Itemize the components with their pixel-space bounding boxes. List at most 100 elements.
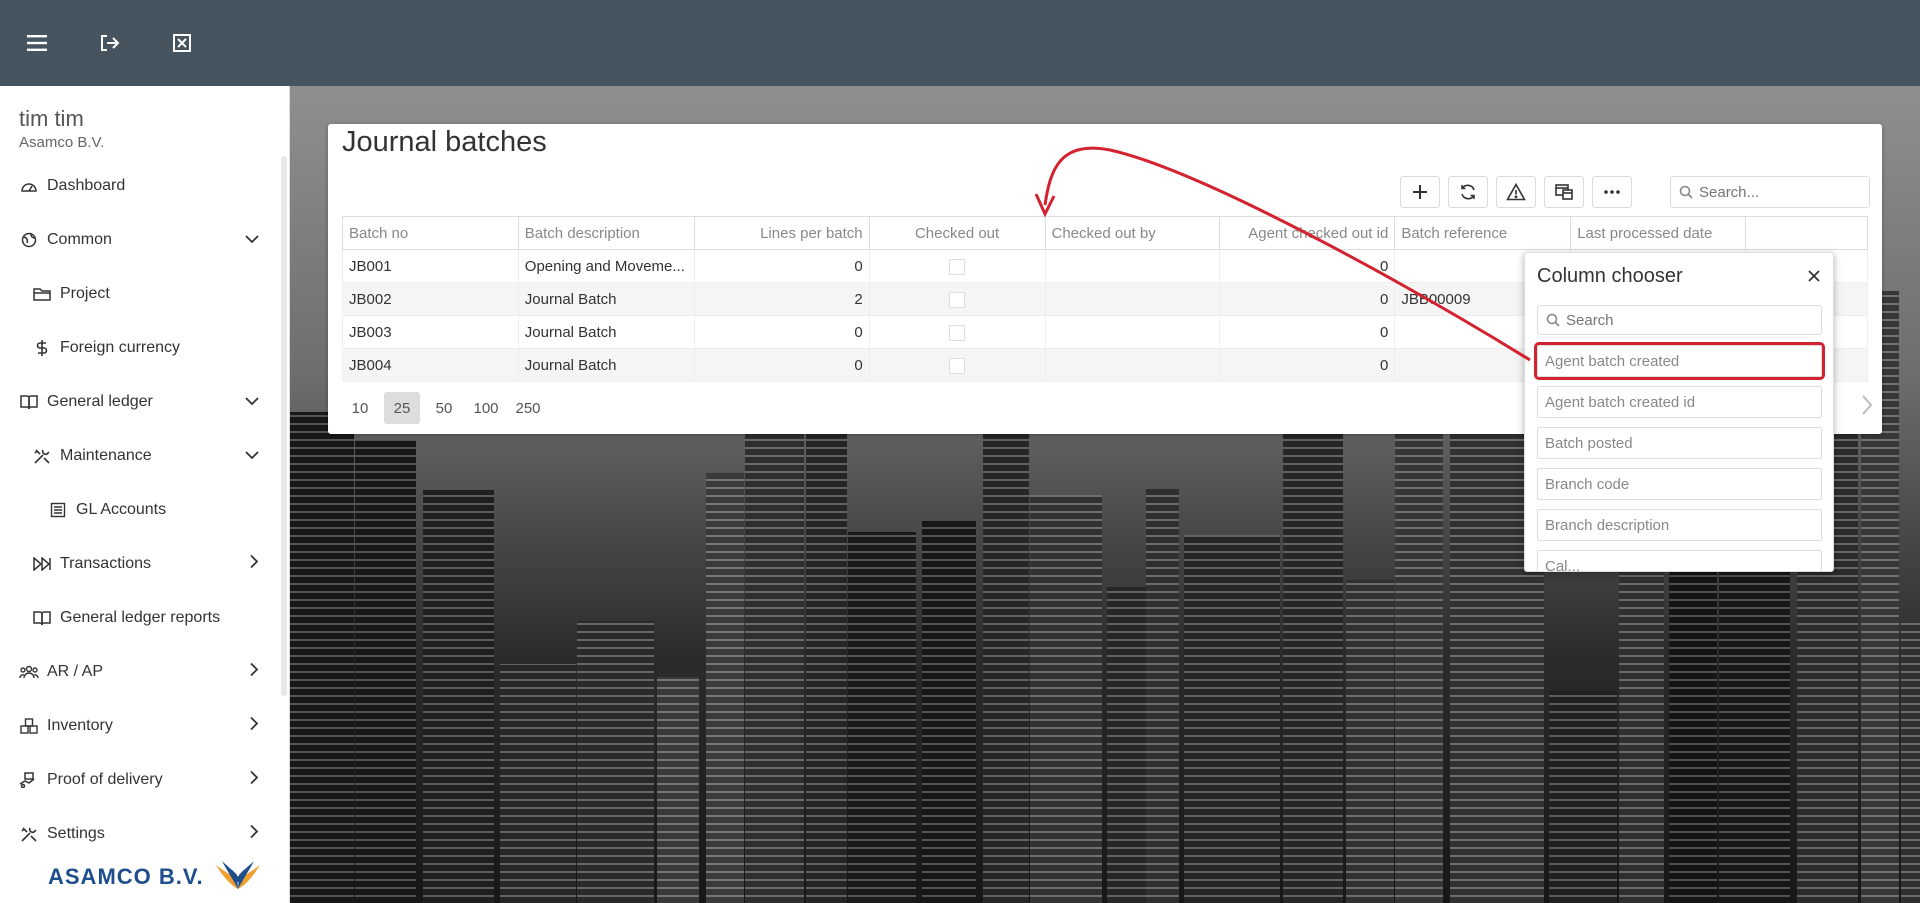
column-header-batch-reference[interactable]: Batch reference bbox=[1394, 216, 1572, 250]
refresh-button[interactable] bbox=[1448, 176, 1488, 208]
cell-checked-out bbox=[868, 315, 1046, 349]
sidebar-item-general-ledger-reports[interactable]: General ledger reports bbox=[0, 591, 289, 645]
sidebar-item-dashboard[interactable]: Dashboard bbox=[0, 159, 289, 213]
sidebar-item-settings[interactable]: Settings bbox=[0, 807, 289, 861]
add-button[interactable] bbox=[1400, 176, 1440, 208]
sidebar-item-common[interactable]: Common bbox=[0, 213, 289, 267]
menu-button[interactable] bbox=[22, 27, 54, 59]
close-window-button[interactable] bbox=[166, 27, 198, 59]
sidebar-expand-toggle[interactable] bbox=[245, 231, 259, 249]
search-input[interactable] bbox=[1699, 183, 1859, 201]
close-window-icon bbox=[173, 34, 191, 52]
checked-out-checkbox[interactable] bbox=[949, 324, 966, 341]
list-icon bbox=[48, 500, 68, 520]
user-name: tim tim bbox=[19, 106, 84, 131]
chevron-down-icon bbox=[245, 451, 259, 460]
sidebar-expand-toggle[interactable] bbox=[245, 393, 259, 411]
column-chooser-list: Agent batch created Agent batch created i… bbox=[1534, 342, 1825, 571]
checked-out-checkbox[interactable] bbox=[949, 291, 966, 308]
sidebar-item-label: Project bbox=[60, 285, 110, 302]
sidebar-item-inventory[interactable]: Inventory bbox=[0, 699, 289, 753]
skyline-building bbox=[577, 621, 654, 903]
column-chooser-title: Column chooser bbox=[1537, 265, 1683, 287]
skyline-building bbox=[1184, 535, 1280, 903]
skyline-building bbox=[745, 417, 804, 903]
column-header-checked-out-by[interactable]: Checked out by bbox=[1044, 216, 1221, 250]
sidebar-expand-toggle[interactable] bbox=[249, 554, 259, 574]
skyline-building bbox=[1107, 587, 1146, 903]
phoenix-logo-icon bbox=[215, 861, 260, 889]
sidebar-item-label: GL Accounts bbox=[76, 501, 167, 518]
cell-agent-id: 0 bbox=[1219, 348, 1396, 382]
sidebar-item-gl-accounts[interactable]: GL Accounts bbox=[0, 483, 289, 537]
logout-button[interactable] bbox=[94, 27, 126, 59]
cell-checked-out bbox=[868, 348, 1046, 382]
sidebar-item-label: Dashboard bbox=[47, 177, 126, 194]
grid-toolbar bbox=[1400, 176, 1632, 208]
page-size-10[interactable]: 10 bbox=[342, 392, 378, 424]
sidebar-item-ar-ap[interactable]: AR / AP bbox=[0, 645, 289, 699]
column-chooser-search-input[interactable] bbox=[1566, 311, 1806, 329]
cell-lines: 0 bbox=[693, 315, 870, 349]
settings-icon bbox=[19, 824, 39, 844]
user-info: tim tim Asamco B.V. bbox=[0, 86, 289, 151]
skyline-building bbox=[1549, 691, 1617, 903]
logo-text: ASAMCO B.V. bbox=[48, 864, 204, 889]
more-button[interactable] bbox=[1592, 176, 1632, 208]
sidebar-item-project[interactable]: Project bbox=[0, 267, 289, 321]
page-size-250[interactable]: 250 bbox=[510, 392, 546, 424]
sidebar-item-label: General ledger reports bbox=[60, 609, 221, 626]
dollar-icon bbox=[32, 338, 52, 358]
page-size-100[interactable]: 100 bbox=[468, 392, 504, 424]
column-header-last-processed-date[interactable]: Last processed date bbox=[1570, 216, 1747, 250]
sidebar-expand-toggle[interactable] bbox=[249, 662, 259, 682]
sidebar-item-general-ledger[interactable]: General ledger bbox=[0, 375, 289, 429]
next-page-button[interactable] bbox=[1860, 394, 1874, 421]
page-size-50[interactable]: 50 bbox=[426, 392, 462, 424]
sidebar-item-label: AR / AP bbox=[47, 663, 104, 680]
sidebar-item-label: Common bbox=[47, 231, 112, 248]
cell-lines: 0 bbox=[693, 348, 870, 382]
column-chooser-item[interactable]: Agent batch created bbox=[1534, 342, 1825, 380]
sidebar-item-label: Settings bbox=[47, 825, 105, 842]
sidebar-item-proof-of-delivery[interactable]: Proof of delivery bbox=[0, 753, 289, 807]
column-header-batch-description[interactable]: Batch description bbox=[517, 216, 695, 250]
inventory-icon bbox=[19, 716, 39, 736]
warning-button[interactable] bbox=[1496, 176, 1536, 208]
checked-out-checkbox[interactable] bbox=[949, 357, 966, 374]
users-icon bbox=[19, 662, 39, 682]
cell-checked-out-by bbox=[1044, 348, 1221, 382]
sidebar-expand-toggle[interactable] bbox=[249, 824, 259, 844]
chevron-right-icon bbox=[250, 554, 259, 569]
sidebar-item-maintenance[interactable]: Maintenance bbox=[0, 429, 289, 483]
more-icon bbox=[1604, 190, 1620, 194]
column-chooser-item[interactable]: Agent batch created id bbox=[1537, 386, 1822, 418]
sidebar: tim tim Asamco B.V. Dashboard Common Proje… bbox=[0, 86, 290, 903]
page-size-25[interactable]: 25 bbox=[384, 392, 420, 424]
column-chooser-item[interactable]: Branch code bbox=[1537, 468, 1822, 500]
column-header-agent-checked-out-id[interactable]: Agent checked out id bbox=[1219, 216, 1396, 250]
column-header-checked-out[interactable]: Checked out bbox=[868, 216, 1046, 250]
sidebar-expand-toggle[interactable] bbox=[249, 770, 259, 790]
top-bar bbox=[0, 0, 1920, 86]
column-header-lines-per-batch[interactable]: Lines per batch bbox=[693, 216, 870, 250]
sidebar-item-foreign-currency[interactable]: Foreign currency bbox=[0, 321, 289, 375]
sidebar-scrollbar[interactable] bbox=[281, 156, 287, 696]
cell-batch-no: JB003 bbox=[342, 315, 519, 349]
sidebar-expand-toggle[interactable] bbox=[245, 447, 259, 465]
tools-icon bbox=[32, 446, 52, 466]
column-chooser-item[interactable]: Branch description bbox=[1537, 509, 1822, 541]
search-icon bbox=[1546, 313, 1560, 327]
cell-description: Opening and Moveme... bbox=[517, 249, 695, 283]
column-header-batch-no[interactable]: Batch no bbox=[342, 216, 519, 250]
column-chooser-item[interactable]: Batch posted bbox=[1537, 427, 1822, 459]
checked-out-checkbox[interactable] bbox=[949, 258, 966, 275]
chevron-right-icon bbox=[250, 824, 259, 839]
sidebar-item-transactions[interactable]: Transactions bbox=[0, 537, 289, 591]
column-chooser-button[interactable] bbox=[1544, 176, 1584, 208]
folder-icon bbox=[32, 284, 52, 304]
column-chooser-close-button[interactable] bbox=[1805, 267, 1823, 285]
column-chooser-item[interactable]: Cal... bbox=[1537, 550, 1822, 571]
cell-checked-out-by bbox=[1044, 282, 1221, 316]
sidebar-expand-toggle[interactable] bbox=[249, 716, 259, 736]
